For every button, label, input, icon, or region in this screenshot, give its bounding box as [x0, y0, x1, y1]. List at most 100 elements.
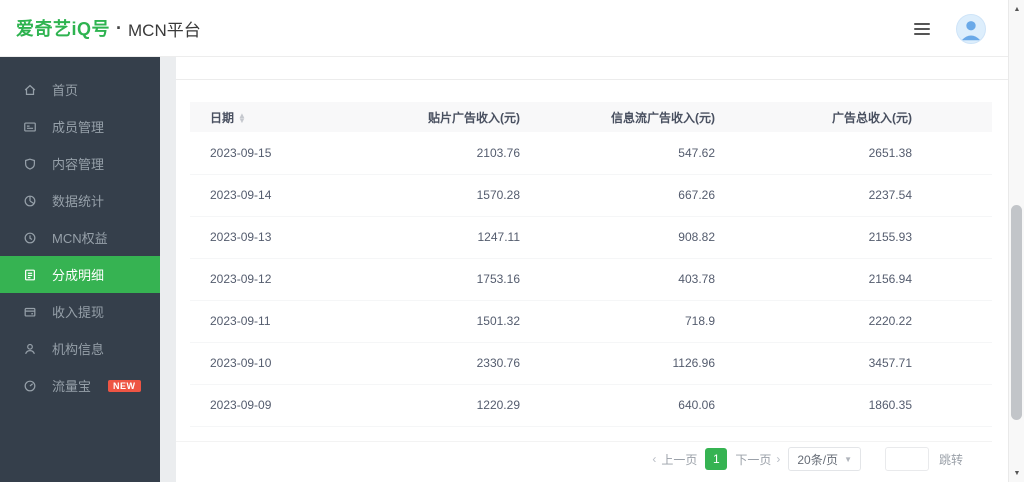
column-header-label: 贴片广告收入(元): [428, 111, 520, 125]
sidebar-item-mcn-rights[interactable]: MCN权益: [0, 219, 160, 256]
column-header-label: 日期: [210, 111, 234, 125]
table-row: 2023-09-141570.28667.262237.54: [190, 174, 992, 216]
sidebar-item-label: 数据统计: [52, 191, 104, 210]
table-row: 2023-09-111501.32718.92220.22: [190, 300, 992, 342]
main-content: 日期 ▲▼ 贴片广告收入(元) 信息流广告收入(元) 广告总收入(元) 2023-09-…: [176, 57, 1008, 482]
sidebar-item-revenue-detail[interactable]: 分成明细: [0, 256, 160, 293]
content-left-gutter: [160, 57, 176, 482]
home-icon: [22, 82, 37, 97]
scrollbar-thumb[interactable]: [1011, 205, 1022, 420]
scroll-down-icon[interactable]: ▼: [1009, 466, 1024, 480]
value-cell: 1247.11: [350, 216, 520, 258]
id-card-icon: [22, 119, 37, 134]
column-header[interactable]: 日期 ▲▼: [190, 102, 350, 132]
gauge-icon: [22, 378, 37, 393]
chevron-right-icon: ›: [776, 452, 780, 466]
jump-page-input[interactable]: [885, 447, 929, 471]
chevron-left-icon: ‹: [652, 452, 656, 466]
sidebar-item-label: 流量宝: [52, 376, 91, 395]
table-row: 2023-09-102330.761126.963457.71: [190, 342, 992, 384]
table-row: 2023-09-152103.76547.622651.38: [190, 132, 992, 174]
value-cell: 1220.29: [350, 384, 520, 426]
table-row: 2023-09-131247.11908.822155.93: [190, 216, 992, 258]
topbar-actions: [914, 0, 986, 57]
value-cell: 2237.54: [715, 174, 992, 216]
sidebar-item-members[interactable]: 成员管理: [0, 108, 160, 145]
clock-icon: [22, 230, 37, 245]
table-body: 2023-09-152103.76547.622651.382023-09-14…: [190, 132, 992, 426]
value-cell: 2155.93: [715, 216, 992, 258]
value-cell: 640.06: [520, 384, 715, 426]
column-header: 贴片广告收入(元): [350, 102, 520, 132]
page-size-value: 20条/页: [797, 451, 838, 468]
sidebar-item-label: 收入提现: [52, 302, 104, 321]
date-cell: 2023-09-10: [190, 342, 350, 384]
date-cell: 2023-09-11: [190, 300, 350, 342]
person-icon: [22, 341, 37, 356]
date-cell: 2023-09-12: [190, 258, 350, 300]
user-avatar[interactable]: [956, 14, 986, 44]
pagination: ‹ 上一页 1 下一页 › 20条/页 ▼ 跳转: [652, 442, 963, 476]
value-cell: 2156.94: [715, 258, 992, 300]
column-header-label: 广告总收入(元): [832, 111, 912, 125]
pie-chart-icon: [22, 193, 37, 208]
value-cell: 667.26: [520, 174, 715, 216]
sidebar-item-stats[interactable]: 数据统计: [0, 182, 160, 219]
menu-icon[interactable]: [914, 23, 930, 35]
wallet-icon: [22, 304, 37, 319]
table-header-row: 日期 ▲▼ 贴片广告收入(元) 信息流广告收入(元) 广告总收入(元): [190, 102, 992, 132]
date-cell: 2023-09-14: [190, 174, 350, 216]
next-page-label: 下一页: [735, 451, 771, 468]
page-size-select[interactable]: 20条/页 ▼: [788, 447, 861, 471]
value-cell: 1126.96: [520, 342, 715, 384]
sort-carets-icon[interactable]: ▲▼: [238, 113, 246, 123]
value-cell: 1860.35: [715, 384, 992, 426]
sidebar-item-content[interactable]: 内容管理: [0, 145, 160, 182]
value-cell: 2103.76: [350, 132, 520, 174]
prev-page-label: 上一页: [661, 451, 697, 468]
top-header-bar: 爱奇艺iQ号 · MCN平台: [0, 0, 1008, 57]
sidebar-item-label: 首页: [52, 80, 78, 99]
vertical-scrollbar[interactable]: ▲ ▼: [1008, 0, 1024, 482]
value-cell: 2651.38: [715, 132, 992, 174]
column-header-label: 信息流广告收入(元): [611, 111, 715, 125]
revenue-table-wrap: 日期 ▲▼ 贴片广告收入(元) 信息流广告收入(元) 广告总收入(元) 2023-09-…: [190, 102, 998, 427]
ledger-icon: [22, 267, 37, 282]
value-cell: 1570.28: [350, 174, 520, 216]
value-cell: 3457.71: [715, 342, 992, 384]
table-row: 2023-09-091220.29640.061860.35: [190, 384, 992, 426]
sub-toolbar: [176, 57, 1008, 80]
jump-page-label: 跳转: [939, 451, 963, 468]
value-cell: 403.78: [520, 258, 715, 300]
avatar-person-icon: [957, 14, 985, 44]
sidebar-item-home[interactable]: 首页: [0, 71, 160, 108]
value-cell: 2220.22: [715, 300, 992, 342]
value-cell: 1501.32: [350, 300, 520, 342]
chevron-down-icon: ▼: [844, 455, 852, 464]
value-cell: 547.62: [520, 132, 715, 174]
sidebar-item-org-info[interactable]: 机构信息: [0, 330, 160, 367]
app-logo: 爱奇艺iQ号 · MCN平台: [16, 15, 201, 41]
table-row: 2023-09-121753.16403.782156.94: [190, 258, 992, 300]
sidebar-item-label: 分成明细: [52, 265, 104, 284]
column-header: 信息流广告收入(元): [520, 102, 715, 132]
column-header: 广告总收入(元): [715, 102, 992, 132]
revenue-table: 日期 ▲▼ 贴片广告收入(元) 信息流广告收入(元) 广告总收入(元) 2023-09-…: [190, 102, 992, 427]
value-cell: 908.82: [520, 216, 715, 258]
value-cell: 2330.76: [350, 342, 520, 384]
value-cell: 718.9: [520, 300, 715, 342]
date-cell: 2023-09-15: [190, 132, 350, 174]
page-number-button[interactable]: 1: [705, 448, 727, 470]
sidebar-item-label: MCN权益: [52, 228, 108, 247]
sidebar-item-traffic[interactable]: 流量宝 NEW: [0, 367, 160, 404]
logo-brand-text: 爱奇艺iQ号: [16, 15, 110, 41]
scroll-up-icon[interactable]: ▲: [1009, 2, 1024, 16]
value-cell: 1753.16: [350, 258, 520, 300]
logo-divider: ·: [116, 18, 122, 39]
next-page-button[interactable]: 下一页 ›: [735, 451, 780, 468]
sidebar-item-withdraw[interactable]: 收入提现: [0, 293, 160, 330]
shield-icon: [22, 156, 37, 171]
prev-page-button[interactable]: ‹ 上一页: [652, 451, 697, 468]
date-cell: 2023-09-09: [190, 384, 350, 426]
new-badge: NEW: [108, 380, 141, 392]
